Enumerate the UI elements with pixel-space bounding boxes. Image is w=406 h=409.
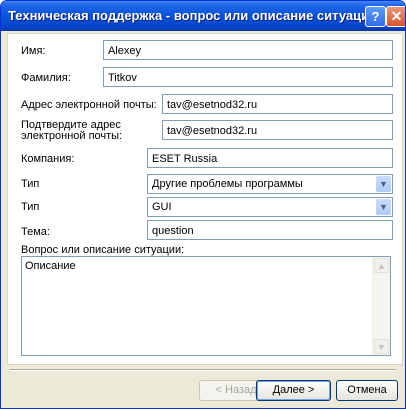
support-form: Имя: Alexey Фамилия: Titkov Адрес электр… bbox=[7, 33, 403, 365]
first-name-label: Имя: bbox=[21, 45, 46, 57]
type1-label: Тип bbox=[21, 178, 40, 190]
company-input[interactable]: ESET Russia bbox=[147, 148, 393, 168]
chevron-down-icon[interactable]: ▼ bbox=[376, 176, 391, 192]
help-button[interactable]: ? bbox=[365, 6, 386, 27]
type2-label: Тип bbox=[21, 201, 40, 213]
title-bar[interactable]: Техническая поддержка - вопрос или описа… bbox=[1, 1, 405, 31]
cancel-button[interactable]: Отмена bbox=[336, 380, 398, 401]
description-text: Описание bbox=[25, 260, 76, 272]
button-divider bbox=[10, 369, 396, 371]
last-name-input[interactable]: Titkov bbox=[103, 67, 393, 87]
next-button[interactable]: Далее > bbox=[256, 380, 331, 401]
type2-select[interactable]: GUI ▼ bbox=[147, 197, 393, 217]
close-button[interactable]: ✕ bbox=[386, 6, 405, 27]
description-label: Вопрос или описание ситуации: bbox=[21, 244, 185, 256]
dialog-content: Имя: Alexey Фамилия: Titkov Адрес электр… bbox=[4, 31, 403, 408]
subject-label: Тема: bbox=[21, 226, 50, 238]
window-title: Техническая поддержка - вопрос или описа… bbox=[8, 8, 378, 23]
company-label: Компания: bbox=[21, 153, 75, 165]
vertical-scrollbar[interactable]: ▲ ▼ bbox=[372, 257, 390, 355]
last-name-label: Фамилия: bbox=[21, 72, 71, 84]
chevron-down-icon[interactable]: ▼ bbox=[376, 199, 391, 215]
email-confirm-input[interactable]: tav@esetnod32.ru bbox=[162, 120, 393, 140]
type2-select-value: GUI bbox=[152, 201, 172, 213]
subject-input[interactable]: question bbox=[147, 220, 393, 240]
description-textarea[interactable]: Описание ▲ ▼ bbox=[21, 256, 391, 356]
type1-select[interactable]: Другие проблемы программы ▼ bbox=[147, 174, 393, 194]
scroll-up-icon[interactable]: ▲ bbox=[374, 258, 389, 273]
scroll-down-icon[interactable]: ▼ bbox=[374, 339, 389, 354]
type1-select-value: Другие проблемы программы bbox=[152, 178, 303, 190]
email-input[interactable]: tav@esetnod32.ru bbox=[162, 94, 393, 114]
first-name-input[interactable]: Alexey bbox=[103, 40, 393, 60]
dialog-window: Техническая поддержка - вопрос или описа… bbox=[0, 0, 406, 409]
email-label: Адрес электронной почты: bbox=[21, 99, 157, 111]
email-confirm-label-line2: электронной почты: bbox=[21, 130, 123, 142]
